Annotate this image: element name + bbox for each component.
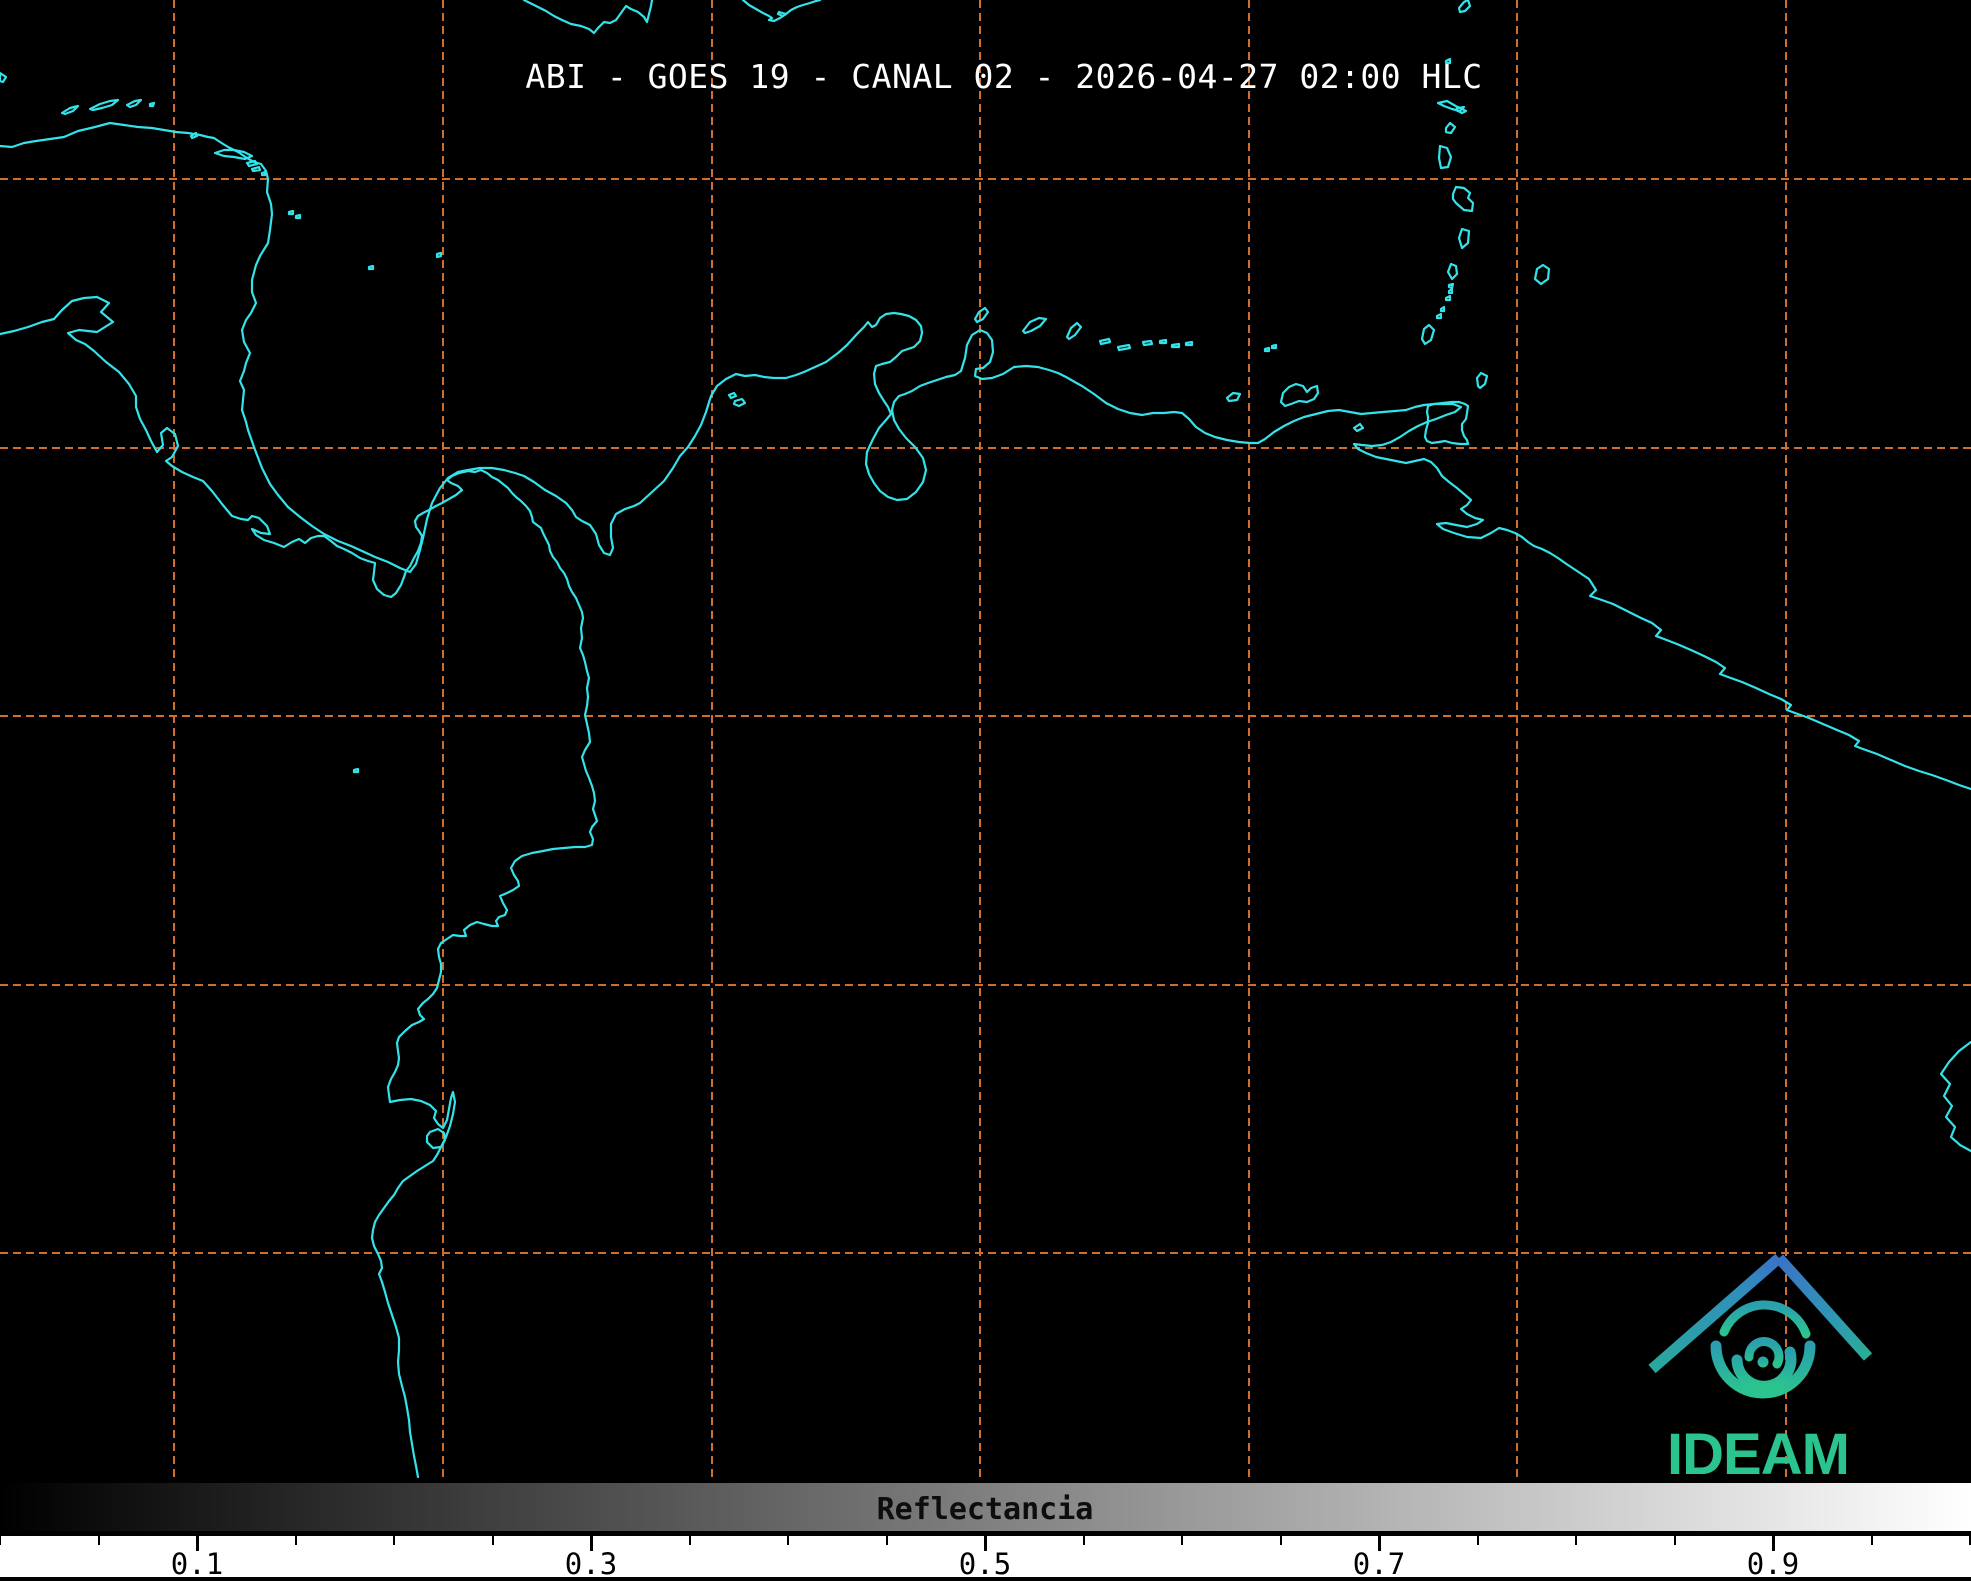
island-martinique [1453, 187, 1473, 211]
colorbar: Reflectancia [0, 1480, 1971, 1536]
colorbar-minor-tick [1575, 1536, 1577, 1545]
islet-grenadines-4 [1449, 289, 1452, 293]
colorbar-minor-tick [1083, 1536, 1085, 1545]
islet-orchila-2 [1272, 345, 1276, 348]
islet-roques-4 [1160, 340, 1166, 343]
islet-corn-2 [296, 215, 300, 218]
colorbar-axis: 0.10.30.50.70.9 [0, 1536, 1971, 1577]
colorbar-minor-tick [689, 1536, 691, 1545]
island-grenada [1422, 325, 1434, 344]
logo-mountain-icon [1652, 1258, 1868, 1369]
island-bay-1 [62, 106, 78, 114]
islet-grenadines-2 [1441, 307, 1444, 311]
coast-fragment-hispaniola [743, 0, 820, 21]
islet-roques-5 [1172, 344, 1179, 347]
colorbar-minor-tick [1674, 1536, 1676, 1545]
island-curacao [1023, 318, 1046, 333]
ideam-logo: IDEAM [1652, 1258, 1868, 1480]
coast-pacific-mainland [0, 297, 597, 1477]
islet-cartagena-2 [734, 399, 745, 406]
coast-fragment-jamaica [524, 0, 652, 33]
colorbar-tick-label: 0.5 [959, 1547, 1011, 1581]
islet-hispaniola [778, 12, 786, 16]
islet-la-plata [354, 769, 358, 772]
island-tobago [1477, 373, 1487, 388]
island-antigua-partial [1459, 0, 1470, 12]
map-svg: IDEAM [0, 0, 1971, 1480]
islet-paria [1354, 424, 1363, 431]
coastlines [0, 0, 1971, 1477]
island-trinidad [1425, 402, 1468, 444]
colorbar-tick-label: 0.3 [565, 1547, 617, 1581]
island-bonaire [1067, 323, 1081, 339]
islet-cartagena-1 [729, 393, 736, 398]
island-st-lucia [1459, 229, 1469, 248]
islet-corn-1 [289, 211, 293, 214]
colorbar-minor-tick [0, 1536, 1, 1545]
colorbar-minor-tick [1181, 1536, 1183, 1545]
colorbar-tick-label: 0.9 [1747, 1547, 1799, 1581]
islet-roques-6 [1186, 342, 1192, 345]
colorbar-minor-tick [98, 1536, 100, 1545]
colorbar-tick-label: 0.7 [1353, 1547, 1405, 1581]
island-st-vincent [1448, 264, 1457, 279]
islet-grenadines-1 [1437, 314, 1441, 318]
colorbar-minor-tick [1871, 1536, 1873, 1545]
colorbar-minor-tick [787, 1536, 789, 1545]
islet-orchila-1 [1265, 348, 1269, 351]
coast-caribbean-mainland [0, 123, 1971, 789]
island-marie-galante [1446, 123, 1455, 133]
colorbar-minor-tick [886, 1536, 888, 1545]
island-dominica [1439, 146, 1451, 168]
islet-roques-3 [1143, 341, 1152, 345]
colorbar-tick-label: 0.1 [171, 1547, 223, 1581]
island-bay-3 [127, 100, 141, 107]
logo-swirl-icon [1716, 1305, 1810, 1393]
island-barbados [1535, 265, 1549, 284]
islet-dot-3 [262, 172, 265, 175]
colorbar-minor-tick [492, 1536, 494, 1545]
island-tortuga [1227, 393, 1240, 401]
islet-dot-1 [150, 103, 154, 106]
islet-providencia [369, 266, 373, 269]
colorbar-minor-tick [1280, 1536, 1282, 1545]
islet-roques-1 [1100, 339, 1110, 344]
island-margarita [1281, 384, 1318, 406]
island-aruba [975, 308, 988, 322]
coast-fragment-left-edge [0, 73, 6, 82]
islet-roques-2 [1118, 345, 1130, 350]
colorbar-label: Reflectancia [877, 1492, 1094, 1527]
map-area: IDEAM ABI - GOES 19 - CANAL 02 - 2026-04… [0, 0, 1971, 1480]
colorbar-minor-tick [1477, 1536, 1479, 1545]
graticule [0, 0, 1971, 1480]
islet-dot-4 [1449, 284, 1453, 288]
satellite-image-title: ABI - GOES 19 - CANAL 02 - 2026-04-27 02… [525, 57, 1482, 96]
islet-grenadines-3 [1446, 296, 1450, 300]
colorbar-minor-tick [393, 1536, 395, 1545]
coast-fragment-right-edge [1941, 1042, 1971, 1151]
colorbar-minor-tick [295, 1536, 297, 1545]
island-miskito-1 [215, 150, 252, 159]
island-miskito-2 [247, 161, 257, 166]
island-bay-2 [90, 100, 118, 110]
islet-san-andres [437, 253, 441, 257]
island-guadeloupe [1438, 101, 1464, 111]
logo-wordmark: IDEAM [1667, 1422, 1849, 1480]
island-miskito-3 [252, 167, 260, 171]
